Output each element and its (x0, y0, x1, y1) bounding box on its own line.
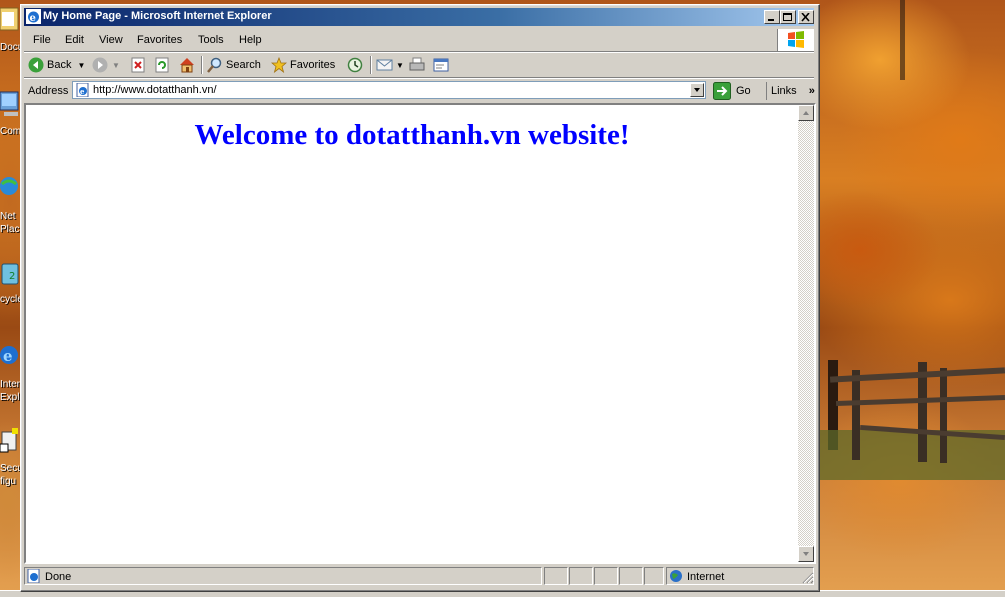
page-heading: Welcome to dotatthanh.vn website! (194, 119, 630, 151)
svg-text:e: e (30, 13, 36, 24)
menu-file[interactable]: File (33, 34, 51, 46)
scroll-up-button[interactable] (798, 105, 814, 121)
favorites-button[interactable]: Favorites (271, 55, 335, 75)
mail-icon (376, 59, 393, 71)
search-button[interactable]: Search (207, 55, 261, 75)
search-label: Search (226, 59, 261, 71)
status-bar: Done Internet (24, 566, 814, 586)
menu-favorites[interactable]: Favorites (137, 34, 182, 46)
maximize-button[interactable] (780, 10, 796, 24)
desktop-label: Docu (0, 42, 20, 53)
status-zone-panel: Internet (666, 567, 814, 585)
svg-text:e: e (3, 347, 13, 365)
address-bar: Address e Go Links » (24, 79, 815, 104)
status-panel (569, 567, 593, 585)
toolbar-separator (370, 56, 372, 74)
go-arrow-icon (713, 82, 731, 100)
menu-edit[interactable]: Edit (65, 34, 84, 46)
refresh-icon (155, 57, 169, 73)
status-panel (544, 567, 568, 585)
status-panel (619, 567, 643, 585)
desktop-label: cycle (0, 294, 20, 305)
favorites-label: Favorites (290, 59, 336, 71)
scroll-track[interactable] (798, 121, 814, 546)
desktop-label: Com (0, 126, 20, 137)
security-config-icon[interactable] (0, 428, 20, 454)
toolbar-separator (201, 56, 203, 74)
refresh-button[interactable] (154, 55, 170, 75)
back-button[interactable]: Back ▼ (28, 55, 85, 75)
page-viewport: Welcome to dotatthanh.vn website! (26, 105, 798, 562)
back-label: Back (47, 59, 72, 71)
print-button[interactable] (408, 55, 426, 75)
mail-dropdown-icon[interactable]: ▼ (396, 61, 404, 70)
mail-button[interactable]: ▼ (376, 55, 404, 75)
minimize-button[interactable] (764, 10, 780, 24)
address-input[interactable] (93, 83, 683, 97)
internet-explorer-icon[interactable]: e (0, 340, 20, 366)
chevron-right-icon[interactable]: » (809, 85, 815, 97)
my-documents-icon[interactable] (0, 4, 20, 31)
fence-post (940, 368, 947, 463)
page-done-icon (27, 569, 40, 583)
content-frame: Welcome to dotatthanh.vn website! (24, 103, 816, 564)
windows-logo-icon (777, 29, 814, 51)
back-dropdown-icon[interactable]: ▼ (77, 61, 85, 70)
stop-icon (131, 57, 145, 73)
home-button[interactable] (178, 55, 196, 75)
svg-text:2: 2 (9, 271, 15, 282)
scroll-down-button[interactable] (798, 546, 814, 562)
history-button[interactable] (346, 55, 364, 75)
menu-help[interactable]: Help (239, 34, 262, 46)
links-toolbar[interactable]: Links » (766, 82, 815, 100)
search-icon (207, 57, 222, 73)
tree-trunk (900, 0, 905, 80)
forward-dropdown-icon[interactable]: ▼ (112, 61, 120, 70)
desktop-label: NetPlace (0, 211, 20, 235)
page-icon: e (76, 83, 89, 97)
back-arrow-icon (28, 57, 44, 73)
status-panel (594, 567, 618, 585)
desktop-label: InternExplo (0, 379, 20, 403)
edit-page-icon (433, 58, 449, 72)
home-icon (180, 58, 194, 73)
svg-text:e: e (80, 87, 85, 96)
forward-arrow-icon (92, 57, 108, 73)
go-button[interactable]: Go (713, 81, 751, 101)
status-zone: Internet (687, 571, 725, 583)
close-button[interactable] (798, 10, 814, 24)
fence-post (852, 370, 860, 460)
title-bar[interactable]: e My Home Page - Microsoft Internet Expl… (24, 8, 814, 26)
printer-icon (409, 57, 425, 71)
menu-view[interactable]: View (99, 34, 123, 46)
address-label: Address (28, 85, 69, 97)
status-main-panel: Done (24, 567, 542, 585)
status-text: Done (45, 571, 72, 583)
star-icon (271, 57, 287, 73)
menu-bar: File Edit View Favorites Tools Help (24, 29, 814, 52)
resize-grip-icon[interactable] (802, 572, 814, 584)
menu-tools[interactable]: Tools (198, 34, 224, 46)
globe-icon (670, 570, 682, 582)
forward-button[interactable]: ▼ (92, 55, 120, 75)
history-icon (347, 57, 363, 73)
links-label: Links (771, 85, 797, 97)
window-title: My Home Page - Microsoft Internet Explor… (43, 10, 272, 22)
edit-button[interactable] (432, 55, 450, 75)
recycle-bin-icon[interactable]: 2 (0, 260, 20, 286)
browser-window: e My Home Page - Microsoft Internet Expl… (20, 4, 820, 592)
stop-button[interactable] (130, 55, 146, 75)
address-dropdown-button[interactable] (690, 83, 704, 97)
go-label: Go (736, 85, 751, 97)
status-panel (644, 567, 664, 585)
network-places-icon[interactable] (0, 172, 20, 198)
address-field[interactable]: e (72, 81, 706, 99)
internet-explorer-icon: e (26, 9, 41, 24)
vertical-scrollbar[interactable] (798, 105, 814, 562)
desktop-label: Secufigu (0, 463, 20, 487)
standard-toolbar: Back ▼ ▼ Search Favorites ▼ (24, 53, 814, 78)
my-computer-icon[interactable] (0, 90, 20, 116)
